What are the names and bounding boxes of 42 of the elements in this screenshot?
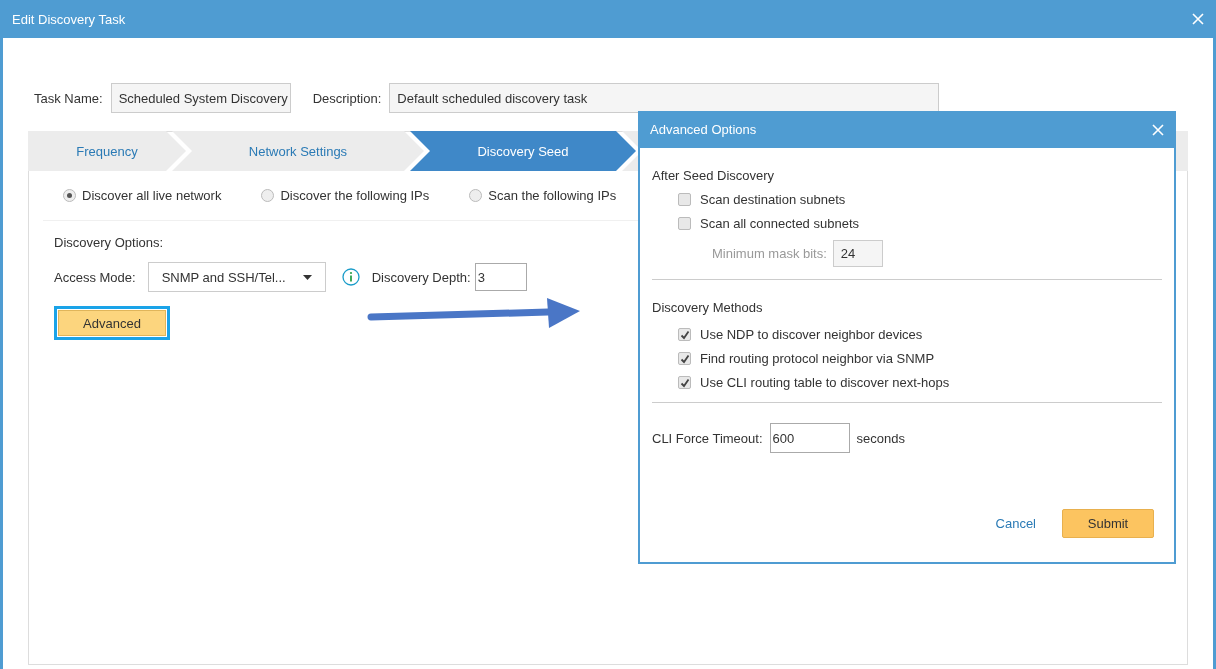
- checkbox-option[interactable]: Scan destination subnets: [678, 192, 1162, 207]
- field-label: Access Mode:: [54, 269, 136, 285]
- field-label: Discovery Depth:: [371, 269, 471, 285]
- field-label: CLI Force Timeout:: [652, 430, 763, 446]
- radio-button[interactable]: [469, 189, 483, 202]
- radio-option[interactable]: Scan the following IPs: [469, 188, 617, 203]
- caret-icon: [302, 274, 312, 280]
- info-icon[interactable]: [341, 268, 360, 286]
- checkbox-option[interactable]: Use CLI routing table to discover next-hops: [678, 375, 1162, 390]
- checkbox[interactable]: [678, 352, 691, 365]
- checkbox[interactable]: [678, 217, 691, 230]
- input-field[interactable]: Scheduled System Discovery: [110, 83, 291, 113]
- window-title: Edit Discovery Task: [12, 11, 126, 27]
- input-field[interactable]: Default scheduled discovery task: [389, 83, 940, 113]
- tab[interactable]: Discovery Seed: [410, 131, 636, 171]
- field-label: Description:: [312, 90, 382, 106]
- section-heading: Discovery Options:: [54, 235, 165, 250]
- checkbox-option[interactable]: Use NDP to discover neighbor devices: [678, 327, 1162, 342]
- field-label: Task Name:: [34, 90, 103, 106]
- dialog-title: Advanced Options: [650, 122, 757, 137]
- cancel-link[interactable]: Cancel: [995, 516, 1036, 531]
- close-button[interactable]: [1192, 13, 1204, 25]
- checkbox[interactable]: [678, 193, 691, 206]
- section-heading: After Seed Discovery: [652, 168, 776, 183]
- submit-button[interactable]: Submit: [1062, 509, 1154, 538]
- input-field[interactable]: 600: [769, 423, 850, 453]
- checkbox[interactable]: [678, 328, 691, 341]
- checkbox-option[interactable]: Find routing protocol neighbor via SNMP: [678, 351, 1162, 366]
- checkbox[interactable]: [678, 376, 691, 389]
- field-label: Minimum mask bits:: [712, 246, 827, 261]
- close-button[interactable]: [1152, 123, 1164, 136]
- checkbox-option[interactable]: Scan all connected subnets: [678, 216, 1162, 231]
- input-field[interactable]: 3: [474, 263, 527, 291]
- tab[interactable]: Network Settings: [172, 131, 424, 171]
- radio-button[interactable]: [261, 189, 275, 202]
- section-heading: Discovery Methods: [652, 300, 764, 315]
- radio-button[interactable]: [63, 189, 76, 202]
- tab[interactable]: Frequency: [28, 131, 186, 171]
- unit-label: seconds: [856, 430, 905, 446]
- radio-option[interactable]: Discover all live network: [63, 188, 222, 203]
- dropdown[interactable]: SNMP and SSH/Tel...: [147, 262, 326, 292]
- radio-option[interactable]: Discover the following IPs: [261, 188, 430, 203]
